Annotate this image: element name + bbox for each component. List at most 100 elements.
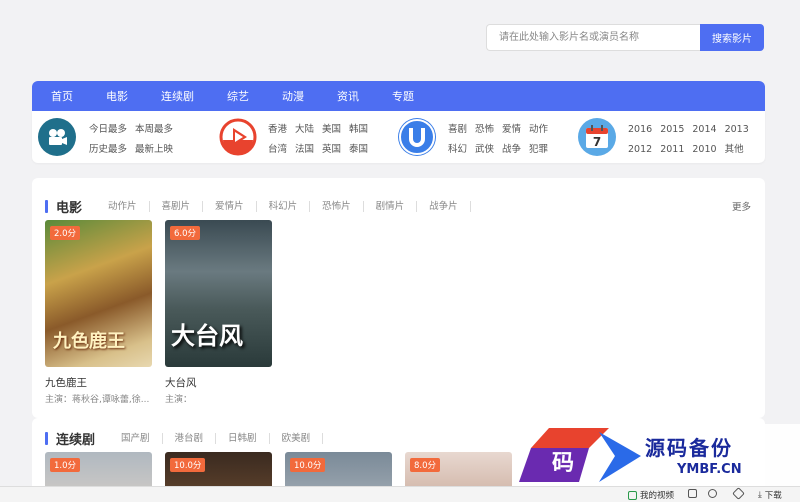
region-link[interactable]: 韩国 xyxy=(349,120,368,140)
region-link[interactable]: 美国 xyxy=(322,120,341,140)
year-link[interactable]: 2010 xyxy=(692,140,716,160)
bottom-toolbar: 我的视频 ⤓ 下载 xyxy=(0,486,800,502)
calendar-day: 7 xyxy=(593,135,601,149)
movie-tag[interactable]: 恐怖片 xyxy=(310,201,364,212)
watermark-name: 源码备份 xyxy=(645,436,733,460)
rocket-icon xyxy=(732,487,745,500)
genre-link[interactable]: 动作 xyxy=(529,120,548,140)
year-links: 2016 2015 2014 2013 2012 2011 2010 其他 xyxy=(628,120,758,160)
search-button[interactable]: 搜索影片 xyxy=(700,24,764,51)
section-title[interactable]: 电影 xyxy=(56,197,82,216)
download-icon: ⤓ xyxy=(758,490,762,500)
rocket-button[interactable] xyxy=(732,487,746,500)
tv-tag[interactable]: 欧美剧 xyxy=(270,433,324,444)
nav-news[interactable]: 资讯 xyxy=(337,88,359,104)
region-link[interactable]: 香港 xyxy=(268,120,287,140)
nav-anime[interactable]: 动漫 xyxy=(282,88,304,104)
section-marker xyxy=(45,200,48,213)
movie-poster[interactable]: 6.0分 大台风 xyxy=(165,220,272,367)
watermark-logo-char: 码 xyxy=(552,450,574,476)
movie-card[interactable]: 6.0分 大台风 大台风 主演： xyxy=(165,220,272,405)
region-link[interactable]: 大陆 xyxy=(295,120,314,140)
movie-actors: 主演： xyxy=(165,395,193,405)
score-badge: 10.0分 xyxy=(170,458,206,472)
movie-section: 电影 动作片 喜剧片 爱情片 科幻片 恐怖片 剧情片 战争片 更多 2.0分 九… xyxy=(32,178,765,418)
genre-link[interactable]: 武侠 xyxy=(475,140,494,160)
year-link[interactable]: 2013 xyxy=(725,120,749,140)
rank-link[interactable]: 本周最多 xyxy=(135,120,173,140)
movie-tag[interactable]: 喜剧片 xyxy=(150,201,204,212)
movie-card[interactable]: 2.0分 九色鹿王 九色鹿王 主演：蒋秋谷,谭咏蕾,徐... xyxy=(45,220,152,405)
score-badge: 8.0分 xyxy=(410,458,441,472)
region-link[interactable]: 英国 xyxy=(322,140,341,160)
nav-tv-series[interactable]: 连续剧 xyxy=(161,88,194,104)
year-link[interactable]: 2016 xyxy=(628,120,652,140)
region-links: 香港 大陆 美国 韩国 台湾 法国 英国 泰国 xyxy=(268,120,388,160)
genre-link[interactable]: 犯罪 xyxy=(529,140,548,160)
shield-button[interactable] xyxy=(708,489,720,498)
play-icon xyxy=(219,118,257,156)
rank-link[interactable]: 今日最多 xyxy=(89,120,127,140)
more-link[interactable]: 更多 xyxy=(732,199,751,213)
score-badge: 1.0分 xyxy=(50,458,81,472)
year-link[interactable]: 2014 xyxy=(692,120,716,140)
genre-link[interactable]: 喜剧 xyxy=(448,120,467,140)
section-title[interactable]: 连续剧 xyxy=(56,429,95,448)
shield-icon xyxy=(708,489,717,498)
nav-home[interactable]: 首页 xyxy=(51,88,73,104)
movie-section-header: 电影 动作片 喜剧片 爱情片 科幻片 恐怖片 剧情片 战争片 xyxy=(45,197,471,216)
movie-actors: 主演：蒋秋谷,谭咏蕾,徐... xyxy=(45,395,150,405)
download-button[interactable]: ⤓ 下载 xyxy=(758,489,782,501)
category-panel: 今日最多 本周最多 历史最多 最新上映 香港 大陆 美国 韩国 台湾 法国 英国 泰国 喜剧 恐怖… xyxy=(32,111,765,163)
year-link[interactable]: 2015 xyxy=(660,120,684,140)
genre-link[interactable]: 爱情 xyxy=(502,120,521,140)
region-link[interactable]: 法国 xyxy=(295,140,314,160)
region-link[interactable]: 台湾 xyxy=(268,140,287,160)
movie-tag[interactable]: 剧情片 xyxy=(364,201,418,212)
score-badge: 6.0分 xyxy=(170,226,201,240)
screen-button[interactable] xyxy=(688,489,700,498)
movie-tag[interactable]: 战争片 xyxy=(417,201,471,212)
section-marker xyxy=(45,432,48,445)
movie-tag[interactable]: 科幻片 xyxy=(257,201,311,212)
year-link[interactable]: 2012 xyxy=(628,140,652,160)
camera-icon xyxy=(38,118,76,156)
search-bar: 搜索影片 xyxy=(486,24,764,51)
calendar-icon: 7 xyxy=(578,118,616,156)
movie-title[interactable]: 九色鹿王 xyxy=(45,375,152,390)
nav-topics[interactable]: 专题 xyxy=(392,88,414,104)
poster-title-art: 九色鹿王 xyxy=(53,331,125,352)
genre-link[interactable]: 恐怖 xyxy=(475,120,494,140)
year-link[interactable]: 2011 xyxy=(660,140,684,160)
genre-link[interactable]: 科幻 xyxy=(448,140,467,160)
my-video-label: 我的视频 xyxy=(640,491,675,501)
rank-link[interactable]: 最新上映 xyxy=(135,140,173,160)
search-input[interactable] xyxy=(486,24,700,51)
watermark-url: YMBF.CN xyxy=(677,462,742,477)
movie-title[interactable]: 大台风 xyxy=(165,375,272,390)
nav-movie[interactable]: 电影 xyxy=(106,88,128,104)
my-video-button[interactable]: 我的视频 xyxy=(628,489,674,501)
u-logo-icon xyxy=(398,118,436,156)
movie-tag[interactable]: 爱情片 xyxy=(203,201,257,212)
watermark: 码 源码备份 YMBF.CN xyxy=(515,424,800,486)
score-badge: 2.0分 xyxy=(50,226,81,240)
video-icon xyxy=(628,490,637,500)
region-link[interactable]: 泰国 xyxy=(349,140,368,160)
year-link[interactable]: 其他 xyxy=(725,140,744,160)
genre-link[interactable]: 战争 xyxy=(502,140,521,160)
tv-tag[interactable]: 国产剧 xyxy=(109,433,163,444)
main-nav: 首页 电影 连续剧 综艺 动漫 资讯 专题 xyxy=(32,81,765,111)
genre-links: 喜剧 恐怖 爱情 动作 科幻 武侠 战争 犯罪 xyxy=(448,120,568,160)
rank-links: 今日最多 本周最多 历史最多 最新上映 xyxy=(89,120,199,160)
download-label: 下载 xyxy=(764,491,782,501)
movie-poster[interactable]: 2.0分 九色鹿王 xyxy=(45,220,152,367)
score-badge: 10.0分 xyxy=(290,458,326,472)
tv-tag[interactable]: 港台剧 xyxy=(163,433,217,444)
rank-link[interactable]: 历史最多 xyxy=(89,140,127,160)
watermark-logo: 码 xyxy=(519,428,641,482)
movie-tag[interactable]: 动作片 xyxy=(96,201,150,212)
nav-variety[interactable]: 综艺 xyxy=(227,88,249,104)
screen-icon xyxy=(688,489,697,498)
tv-tag[interactable]: 日韩剧 xyxy=(216,433,270,444)
